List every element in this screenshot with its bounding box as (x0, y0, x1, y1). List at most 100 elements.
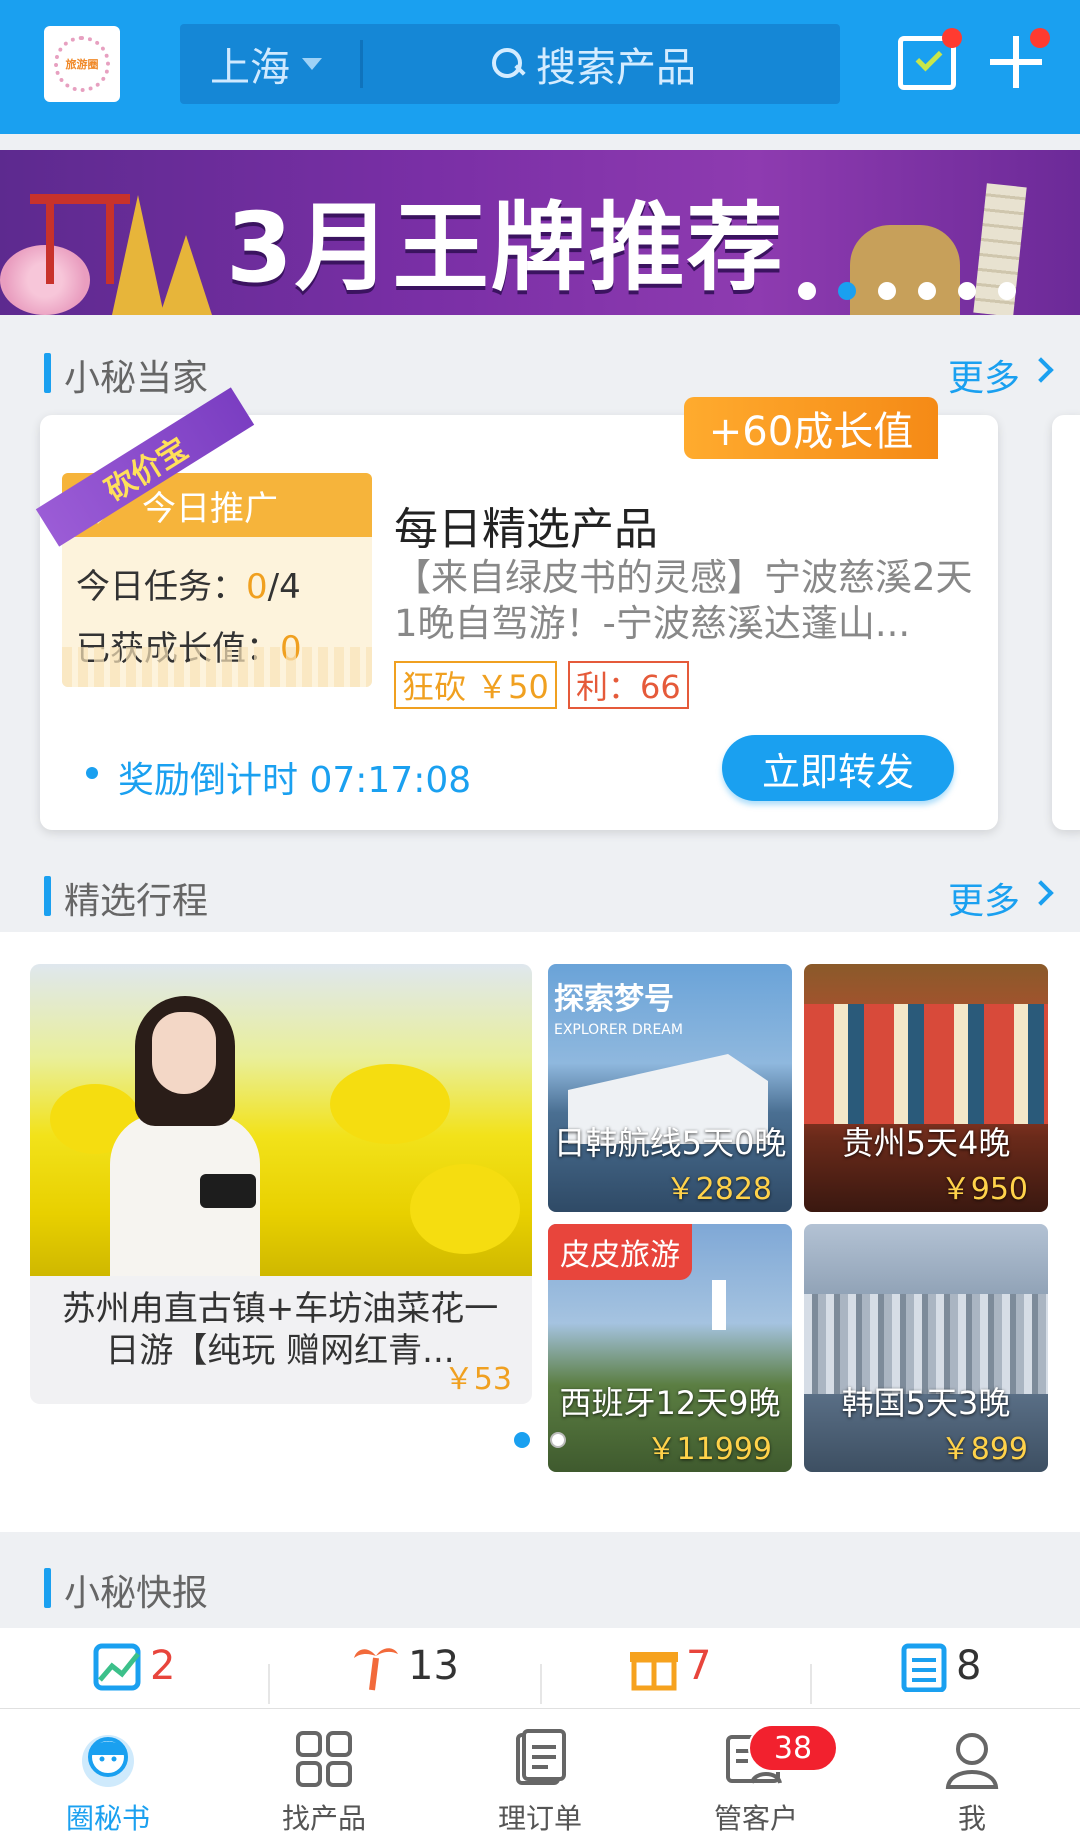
pagination-dot[interactable] (918, 282, 936, 300)
app-logo[interactable]: 旅游圈 (44, 26, 120, 102)
decorative-bars (62, 647, 372, 687)
pagination-dot[interactable] (958, 282, 976, 300)
camera-icon (200, 1174, 256, 1208)
search-bar[interactable]: 上海 搜索产品 (180, 24, 840, 104)
lighthouse-photo (712, 1280, 726, 1330)
stat-divider (268, 1664, 270, 1704)
tab-products[interactable]: 找产品 (244, 1727, 404, 1837)
tab-orders[interactable]: 理订单 (460, 1727, 620, 1837)
blossom-illustration (0, 245, 90, 315)
pagination-dot[interactable] (998, 282, 1016, 300)
tab-label: 理订单 (497, 1802, 582, 1835)
product-description[interactable]: 【来自绿皮书的灵感】宁波慈溪2天1晚自驾游！-宁波慈溪达蓬山... (394, 555, 974, 647)
next-task-card-peek[interactable] (1052, 415, 1080, 830)
stat-value: 2 (150, 1643, 176, 1689)
quick-stats: 2 13 7 8 (0, 1628, 1080, 1708)
discount-tag: 狂砍 ￥50 (394, 661, 557, 709)
share-button[interactable]: 立即转发 (722, 735, 954, 801)
agency-badge: 皮皮旅游 (548, 1224, 692, 1280)
task-total: /4 (267, 567, 301, 607)
city-label: 上海 (210, 45, 290, 91)
pagination-dot[interactable] (798, 282, 816, 300)
itinerary-price: ￥950 (940, 1172, 1028, 1207)
flower-blob (410, 1164, 520, 1254)
stat-value: 8 (956, 1643, 982, 1689)
itinerary-carousel: 苏州甪直古镇+车坊油菜花一日游【纯玩 赠网红青... ￥53 探索梦号 EXPL… (0, 932, 1080, 1532)
festival-photo (804, 1004, 1048, 1124)
profit-tag: 利：66 (568, 661, 689, 709)
notification-dot (1030, 28, 1050, 48)
list-icon (898, 1640, 950, 1693)
chart-icon (92, 1640, 144, 1692)
itinerary-tile[interactable]: 贵州5天4晚 ￥950 (804, 964, 1048, 1212)
palm-tree-icon (350, 1640, 402, 1692)
tab-label: 圈秘书 (65, 1802, 150, 1835)
search-placeholder: 搜索产品 (536, 45, 696, 91)
tab-label: 我 (957, 1802, 986, 1835)
rapeseed-field-photo (30, 964, 532, 1276)
task-card[interactable]: 今日推广 今日任务：0/4 已获成长值：0 砍价宝 +60成长值 每日精选产品 … (35, 387, 998, 830)
stat-item[interactable]: 2 (92, 1636, 175, 1696)
pagination-dot-active[interactable] (838, 282, 856, 300)
bottom-tab-bar: 圈秘书 找产品 理订单 管客户 我 (0, 1708, 1080, 1845)
countdown-dot (86, 767, 98, 779)
promo-header-label: 今日推广 (142, 488, 278, 529)
itinerary-price: ￥53 (443, 1362, 512, 1397)
itinerary-name: 贵州5天4晚 (841, 1124, 1011, 1162)
itinerary-tile[interactable]: 探索梦号 EXPLORER DREAM 日韩航线5天0晚 ￥2828 (548, 964, 792, 1212)
logo-text: 旅游圈 (65, 58, 99, 71)
notification-dot (942, 28, 962, 48)
stat-item[interactable]: 13 (350, 1636, 459, 1696)
growth-reward-badge: +60成长值 (684, 397, 938, 459)
tab-me[interactable]: 我 (892, 1727, 1052, 1837)
city-selector[interactable]: 上海 (210, 36, 322, 92)
section-accent-bar (44, 876, 51, 916)
tab-label: 管客户 (713, 1802, 798, 1835)
chevron-right-icon[interactable] (1028, 357, 1054, 383)
cruise-brand-sub: EXPLORER DREAM (554, 1022, 683, 1038)
search-input[interactable]: 搜索产品 (490, 36, 696, 92)
featured-itinerary-card[interactable]: 苏州甪直古镇+车坊油菜花一日游【纯玩 赠网红青... ￥53 (30, 964, 532, 1404)
task-progress: 今日任务：0/4 (76, 559, 301, 608)
itinerary-pagination (514, 1432, 566, 1448)
stat-divider (540, 1664, 542, 1704)
stat-item[interactable]: 7 (628, 1636, 711, 1696)
checkmark-icon (915, 44, 943, 72)
gift-icon (628, 1640, 680, 1692)
banner-pagination (798, 282, 1016, 300)
itinerary-tile[interactable]: 韩国5天3晚 ￥899 (804, 1224, 1048, 1472)
pagoda-illustration (112, 195, 164, 315)
itinerary-name: 韩国5天3晚 (841, 1384, 1011, 1422)
sphinx-illustration (850, 225, 960, 315)
person-face (152, 1012, 216, 1094)
product-title: 每日精选产品 (394, 504, 658, 555)
more-link[interactable]: 更多 (948, 872, 1020, 924)
customer-count-badge: 38 (748, 1724, 838, 1772)
pagination-dot[interactable] (878, 282, 896, 300)
chevron-right-icon[interactable] (1028, 880, 1054, 906)
stat-divider (810, 1664, 812, 1704)
flower-blob (330, 1064, 450, 1144)
more-link[interactable]: 更多 (948, 349, 1020, 401)
itinerary-price: ￥11999 (646, 1432, 772, 1467)
section-accent-bar (44, 353, 51, 393)
user-icon (940, 1727, 1004, 1791)
secretary-avatar-icon (76, 1727, 140, 1791)
stat-item[interactable]: 8 (898, 1636, 981, 1696)
itinerary-price: ￥2828 (665, 1172, 772, 1207)
task-label: 今日任务： (76, 567, 246, 607)
section-title: 精选行程 (64, 881, 209, 922)
tab-secretary[interactable]: 圈秘书 (28, 1727, 188, 1837)
section-header-itineraries: 精选行程 更多 (0, 848, 1080, 938)
document-icon (508, 1727, 572, 1791)
grid-icon (292, 1727, 356, 1791)
pagination-dot-active[interactable] (514, 1432, 530, 1448)
itinerary-tile[interactable]: 皮皮旅游 西班牙12天9晚 ￥11999 (548, 1224, 792, 1472)
tab-label: 找产品 (281, 1802, 366, 1835)
itinerary-price: ￥899 (940, 1432, 1028, 1467)
top-bar: 旅游圈 上海 搜索产品 (0, 0, 1080, 134)
stat-value: 13 (408, 1643, 459, 1689)
logo-emblem: 旅游圈 (54, 36, 110, 92)
pagination-dot[interactable] (550, 1432, 566, 1448)
section-title: 小秘快报 (64, 1573, 209, 1614)
